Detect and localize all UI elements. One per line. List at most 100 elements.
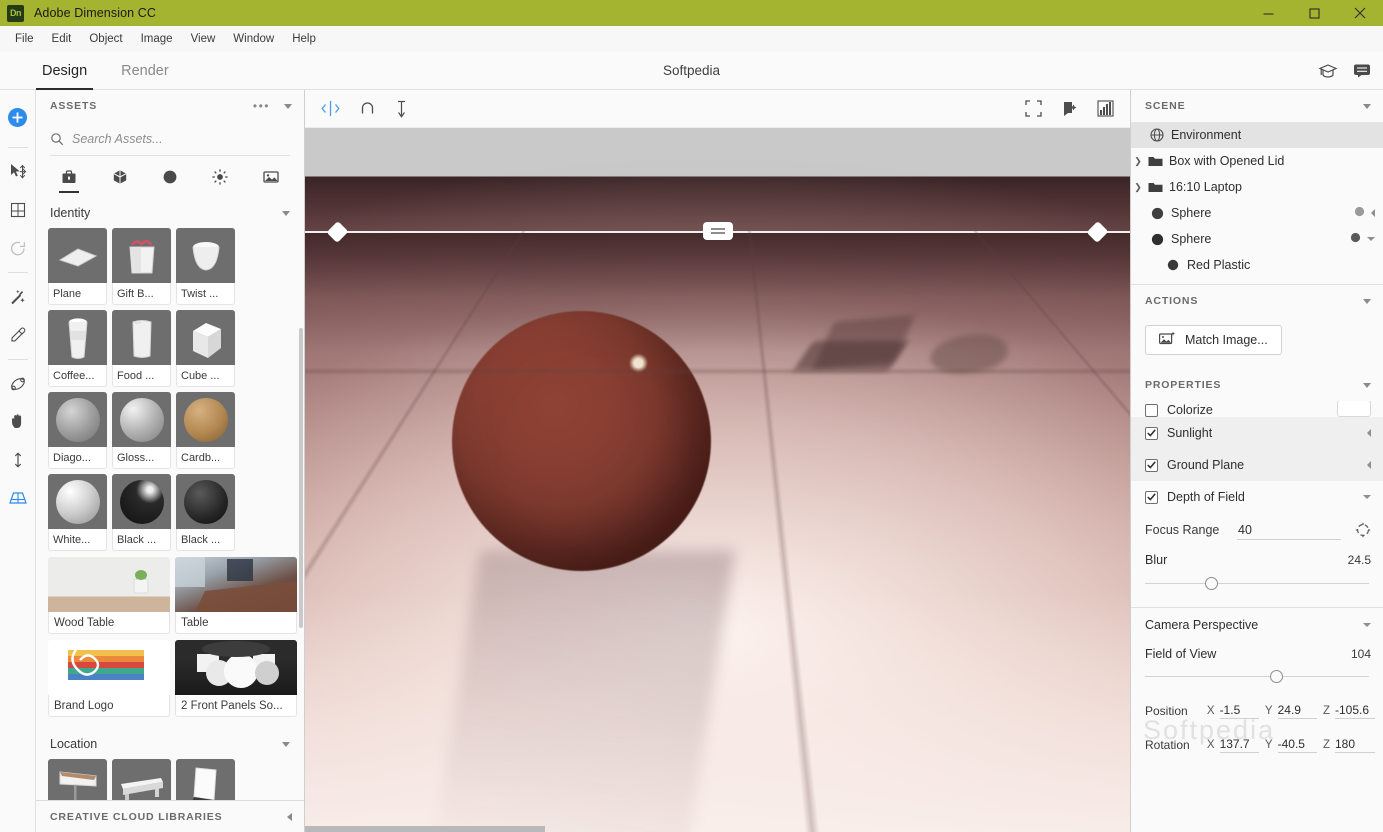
sphere-object[interactable] [452, 311, 711, 571]
property-depth-of-field-row[interactable]: Depth of Field [1131, 481, 1383, 513]
asset-item[interactable]: LED S... [176, 759, 235, 800]
comment-icon[interactable] [1353, 63, 1371, 78]
asset-item[interactable]: Gift B... [112, 228, 171, 305]
group-caret-icon[interactable] [282, 211, 290, 216]
asset-item[interactable]: Food ... [112, 310, 171, 387]
search-input[interactable] [72, 132, 290, 146]
rotation-z-input[interactable]: 180 [1335, 737, 1375, 753]
horizon-tool[interactable] [0, 479, 36, 517]
asset-item[interactable]: Diago... [48, 392, 107, 469]
depth-of-field-checkbox[interactable] [1145, 491, 1158, 504]
blur-slider[interactable] [1131, 573, 1383, 601]
rotation-y-input[interactable]: -40.5 [1278, 737, 1317, 753]
scene-item-sphere-2[interactable]: Sphere [1131, 226, 1383, 252]
assets-search-row[interactable] [50, 122, 290, 156]
graduation-cap-icon[interactable] [1319, 63, 1337, 79]
properties-scroll-area[interactable]: Colorize Sunlight Ground Plane [1131, 401, 1383, 832]
actions-collapse-caret-icon[interactable] [1363, 299, 1371, 304]
group-caret-icon[interactable] [282, 742, 290, 747]
position-x-input[interactable]: -1.5 [1220, 703, 1259, 719]
rotate-tool[interactable] [0, 229, 36, 267]
tab-design[interactable]: Design [36, 52, 93, 90]
asset-item[interactable]: Gloss... [112, 392, 171, 469]
chevron-right-icon[interactable]: ❯ [1131, 156, 1145, 167]
asset-item[interactable]: Bus St... [112, 759, 171, 800]
camera-perspective-caret-icon[interactable] [1363, 623, 1371, 627]
horizon-handle-center[interactable] [703, 222, 733, 240]
asset-item[interactable]: Black ... [112, 474, 171, 551]
menu-window[interactable]: Window [224, 30, 283, 48]
assets-collapse-caret-icon[interactable] [284, 104, 292, 109]
field-of-view-slider[interactable] [1131, 666, 1383, 694]
assets-scrollbar[interactable] [299, 328, 303, 628]
ground-plane-checkbox[interactable] [1145, 459, 1158, 472]
focus-range-row[interactable]: Focus Range 40 [1131, 513, 1383, 547]
menu-help[interactable]: Help [283, 30, 325, 48]
camera-position-row[interactable]: Position X-1.5 Y24.9 Z-105.6 [1131, 694, 1383, 728]
sunlight-checkbox[interactable] [1145, 427, 1158, 440]
rotation-x-input[interactable]: 137.7 [1220, 737, 1259, 753]
pan-tool[interactable] [0, 403, 36, 441]
eyedropper-tool[interactable] [0, 316, 36, 354]
creative-cloud-libraries-bar[interactable]: CREATIVE CLOUD LIBRARIES [36, 800, 304, 832]
maximize-button[interactable] [1291, 0, 1337, 26]
asset-group-header-identity[interactable]: Identity [36, 198, 304, 228]
blur-slider-knob[interactable] [1205, 577, 1218, 590]
select-move-tool[interactable] [0, 153, 36, 191]
position-y-input[interactable]: 24.9 [1278, 703, 1317, 719]
asset-item[interactable]: 2 Front Panels So... [175, 640, 297, 717]
asset-item[interactable]: White... [48, 474, 107, 551]
focus-target-icon[interactable] [1355, 522, 1371, 538]
fit-to-frame-icon[interactable] [1025, 100, 1042, 117]
3d-viewport[interactable] [305, 128, 1130, 832]
asset-item[interactable]: Table [175, 557, 297, 634]
asset-item[interactable]: Cardb... [176, 392, 235, 469]
material-swatch-icon[interactable] [1350, 232, 1361, 246]
match-image-button[interactable]: Match Image... [1145, 325, 1282, 355]
property-colorize-row[interactable]: Colorize [1131, 401, 1383, 417]
category-materials[interactable] [153, 160, 187, 194]
position-z-input[interactable]: -105.6 [1335, 703, 1375, 719]
dolly-tool[interactable] [0, 441, 36, 479]
chevron-left-icon[interactable] [1371, 209, 1375, 217]
asset-item[interactable]: Twist ... [176, 228, 235, 305]
menu-edit[interactable]: Edit [43, 30, 81, 48]
field-of-view-slider-knob[interactable] [1270, 670, 1283, 683]
scene-item-sphere-1[interactable]: Sphere [1131, 200, 1383, 226]
expand-left-caret-icon[interactable] [287, 813, 292, 821]
focus-range-input[interactable]: 40 [1237, 521, 1341, 540]
depth-of-field-caret-icon[interactable] [1363, 495, 1371, 499]
close-button[interactable] [1337, 0, 1383, 26]
scene-item-16-10-laptop[interactable]: ❯ 16:10 Laptop [1131, 174, 1383, 200]
field-of-view-value[interactable]: 104 [1351, 647, 1371, 661]
scene-item-red-plastic[interactable]: Red Plastic [1131, 252, 1383, 278]
blur-value[interactable]: 24.5 [1348, 553, 1371, 567]
asset-item[interactable]: Billbo... [48, 759, 107, 800]
asset-item[interactable]: Plane [48, 228, 107, 305]
render-preview-icon[interactable] [1060, 100, 1079, 118]
minimize-button[interactable] [1245, 0, 1291, 26]
scene-collapse-caret-icon[interactable] [1363, 104, 1371, 109]
material-swatch-icon[interactable] [1354, 206, 1365, 220]
asset-item[interactable]: Cube ... [176, 310, 235, 387]
asset-item[interactable]: Coffee... [48, 310, 107, 387]
scene-item-environment[interactable]: Environment [1131, 122, 1383, 148]
asset-group-header-location[interactable]: Location [36, 729, 304, 759]
camera-perspective-row[interactable]: Camera Perspective [1131, 608, 1383, 642]
histogram-icon[interactable] [1097, 100, 1114, 117]
category-starter-assets[interactable] [52, 160, 86, 194]
move-gizmo-tool[interactable] [321, 99, 340, 118]
category-lights[interactable] [203, 160, 237, 194]
menu-file[interactable]: File [6, 30, 43, 48]
asset-item[interactable]: Black ... [176, 474, 235, 551]
property-sunlight-row[interactable]: Sunlight [1131, 417, 1383, 449]
orbit-tool[interactable] [0, 365, 36, 403]
property-ground-plane-row[interactable]: Ground Plane [1131, 449, 1383, 481]
asset-item[interactable]: Brand Logo [48, 640, 170, 717]
menu-object[interactable]: Object [80, 30, 131, 48]
assets-scroll-area[interactable]: Identity Plane Gift B... Twist ... Coffe… [36, 198, 304, 800]
viewport-horizontal-scrollbar[interactable] [305, 826, 545, 832]
colorize-swatch[interactable] [1337, 401, 1371, 417]
category-models[interactable] [103, 160, 137, 194]
camera-rotation-row[interactable]: Rotation X137.7 Y-40.5 Z180 [1131, 728, 1383, 762]
